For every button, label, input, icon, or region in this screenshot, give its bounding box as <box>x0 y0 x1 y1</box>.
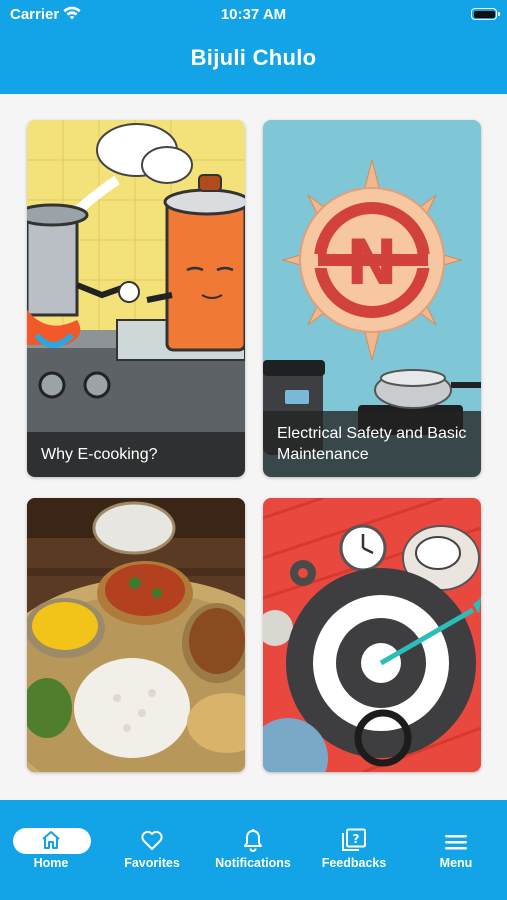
card-why-e-cooking[interactable]: Why E-cooking? <box>27 120 245 477</box>
tab-home[interactable]: Home <box>1 828 101 874</box>
heart-icon <box>102 828 202 852</box>
card-electrical-safety[interactable]: N Electrical Safety and Basic Maintenanc… <box>263 120 481 477</box>
top-bar: Carrier 10:37 AM Bijuli Chulo <box>0 0 507 94</box>
page-title: Bijuli Chulo <box>190 45 317 70</box>
card-caption: Why E-cooking? <box>27 432 245 477</box>
status-bar: Carrier 10:37 AM <box>0 0 507 30</box>
card-food[interactable] <box>27 498 245 772</box>
card-caption: Electrical Safety and Basic Maintenance <box>263 411 481 477</box>
tab-label: Favorites <box>124 856 180 870</box>
e-cooking-illustration <box>27 120 245 477</box>
tab-feedbacks[interactable]: ? Feedbacks <box>304 828 404 874</box>
tab-label: Home <box>33 856 69 870</box>
tab-label: Notifications <box>215 856 291 870</box>
brand-logo-letter: N <box>346 226 398 299</box>
bottom-tab-bar: Home Favorites Notifications ? Feedbacks… <box>0 800 507 900</box>
bell-icon <box>203 828 303 852</box>
clock: 10:37 AM <box>220 6 287 23</box>
tab-menu[interactable]: Menu <box>406 832 506 878</box>
target-illustration <box>263 498 481 772</box>
svg-text:?: ? <box>353 832 360 846</box>
tab-favorites[interactable]: Favorites <box>102 828 202 874</box>
tab-label: Feedbacks <box>321 856 387 870</box>
tab-label: Menu <box>439 856 473 870</box>
tab-notifications[interactable]: Notifications <box>203 828 303 874</box>
home-icon <box>1 828 101 852</box>
card-goals[interactable] <box>263 498 481 772</box>
food-thali-image <box>27 498 245 772</box>
battery-icon <box>471 8 500 20</box>
card-grid: Why E-cooking? N Electrical Safety and B… <box>0 94 507 800</box>
feedback-icon: ? <box>304 828 404 852</box>
hamburger-icon <box>406 832 506 852</box>
